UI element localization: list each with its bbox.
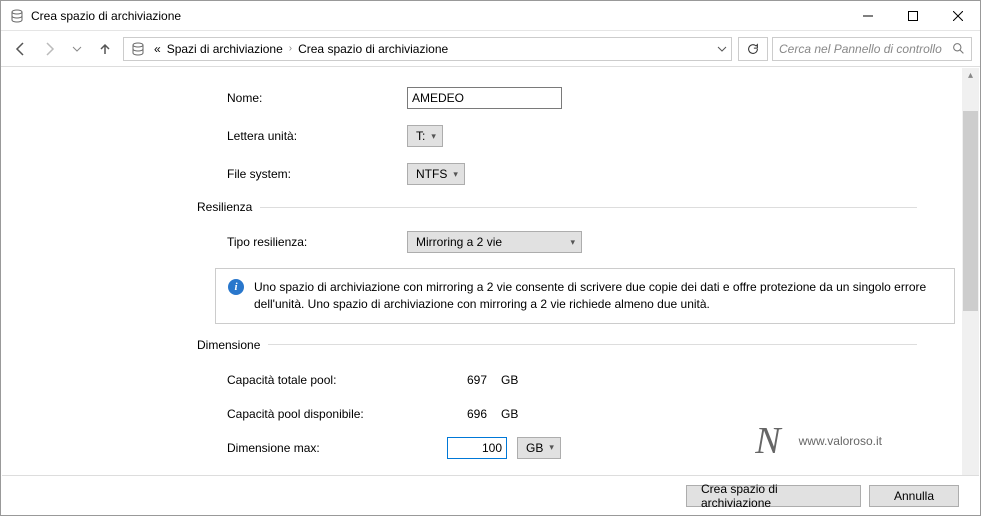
main-content: Nome: Lettera unità: T:▾ File system: NT… <box>2 68 962 475</box>
filesystem-label: File system: <box>227 167 407 181</box>
filesystem-select[interactable]: NTFS▾ <box>407 163 465 185</box>
max-size-label: Dimensione max: <box>227 441 447 455</box>
breadcrumb-separator: › <box>289 43 292 54</box>
minimize-button[interactable] <box>845 1 890 31</box>
scrollbar-thumb[interactable] <box>963 111 978 311</box>
scroll-up-icon[interactable]: ▴ <box>968 70 973 81</box>
chevron-down-icon: ▾ <box>431 131 436 142</box>
back-button[interactable] <box>9 37 33 61</box>
recent-dropdown[interactable] <box>65 37 89 61</box>
breadcrumb-prefix: « <box>154 42 161 56</box>
dimension-section-header: Dimensione <box>197 338 917 352</box>
chevron-down-icon: ▾ <box>549 442 554 453</box>
breadcrumb-item-1[interactable]: Spazi di archiviazione <box>167 42 283 56</box>
watermark-text: www.valoroso.it <box>799 434 882 448</box>
forward-button[interactable] <box>37 37 61 61</box>
drive-letter-select[interactable]: T:▾ <box>407 125 443 147</box>
available-capacity-label: Capacità pool disponibile: <box>227 407 447 421</box>
vertical-scrollbar[interactable]: ▴ <box>962 68 979 475</box>
total-capacity-unit: GB <box>487 373 527 387</box>
max-size-unit-select[interactable]: GB▾ <box>517 437 561 459</box>
refresh-button[interactable] <box>738 37 768 61</box>
window-title: Crea spazio di archiviazione <box>31 9 845 23</box>
address-bar[interactable]: « Spazi di archiviazione › Crea spazio d… <box>123 37 732 61</box>
close-button[interactable] <box>935 1 980 31</box>
total-capacity-value: 697 <box>447 373 487 387</box>
total-capacity-label: Capacità totale pool: <box>227 373 447 387</box>
app-icon <box>9 8 25 24</box>
breadcrumb-item-2[interactable]: Crea spazio di archiviazione <box>298 42 448 56</box>
resiliency-type-label: Tipo resilienza: <box>227 235 407 249</box>
drive-letter-label: Lettera unità: <box>227 129 407 143</box>
available-capacity-unit: GB <box>487 407 527 421</box>
available-capacity-value: 696 <box>447 407 487 421</box>
navigation-bar: « Spazi di archiviazione › Crea spazio d… <box>1 31 980 67</box>
address-dropdown-icon[interactable] <box>717 44 727 54</box>
footer-bar: Crea spazio di archiviazione Annulla <box>2 475 979 515</box>
location-icon <box>130 41 146 57</box>
watermark-logo: N <box>755 419 780 463</box>
create-button[interactable]: Crea spazio di archiviazione <box>686 485 861 507</box>
search-icon <box>952 42 965 55</box>
name-input[interactable] <box>407 87 562 109</box>
chevron-down-icon: ▾ <box>570 237 575 248</box>
info-icon: i <box>228 279 244 295</box>
watermark: N www.valoroso.it <box>755 419 882 463</box>
up-button[interactable] <box>93 37 117 61</box>
cancel-button[interactable]: Annulla <box>869 485 959 507</box>
maximize-button[interactable] <box>890 1 935 31</box>
max-size-input[interactable] <box>447 437 507 459</box>
chevron-down-icon: ▾ <box>453 169 458 180</box>
title-bar: Crea spazio di archiviazione <box>1 1 980 31</box>
resiliency-type-select[interactable]: Mirroring a 2 vie▾ <box>407 231 582 253</box>
search-input[interactable]: Cerca nel Pannello di controllo <box>772 37 972 61</box>
resiliency-section-header: Resilienza <box>197 200 917 214</box>
info-text: Uno spazio di archiviazione con mirrorin… <box>254 279 942 313</box>
name-label: Nome: <box>227 91 407 105</box>
info-panel: i Uno spazio di archiviazione con mirror… <box>215 268 955 324</box>
search-placeholder: Cerca nel Pannello di controllo <box>779 42 942 56</box>
